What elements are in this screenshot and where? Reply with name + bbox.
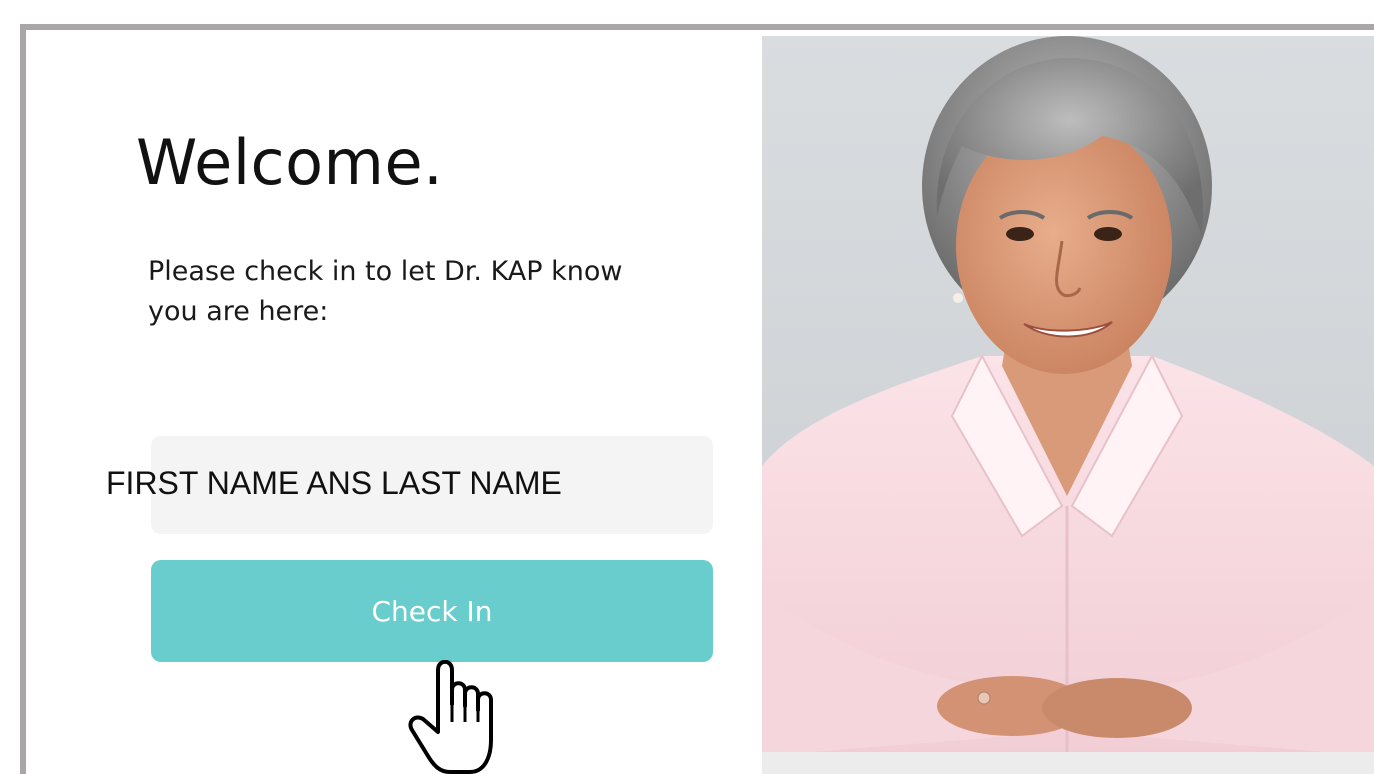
check-in-button[interactable]: Check In bbox=[151, 560, 713, 662]
patient-photo bbox=[762, 36, 1374, 774]
hand-pointer-icon bbox=[404, 659, 508, 774]
page-title: Welcome. bbox=[136, 126, 444, 199]
name-input-placeholder: FIRST NAME ANS LAST NAME bbox=[106, 465, 562, 501]
check-in-instructions: Please check in to let Dr. KAP know you … bbox=[148, 256, 623, 327]
